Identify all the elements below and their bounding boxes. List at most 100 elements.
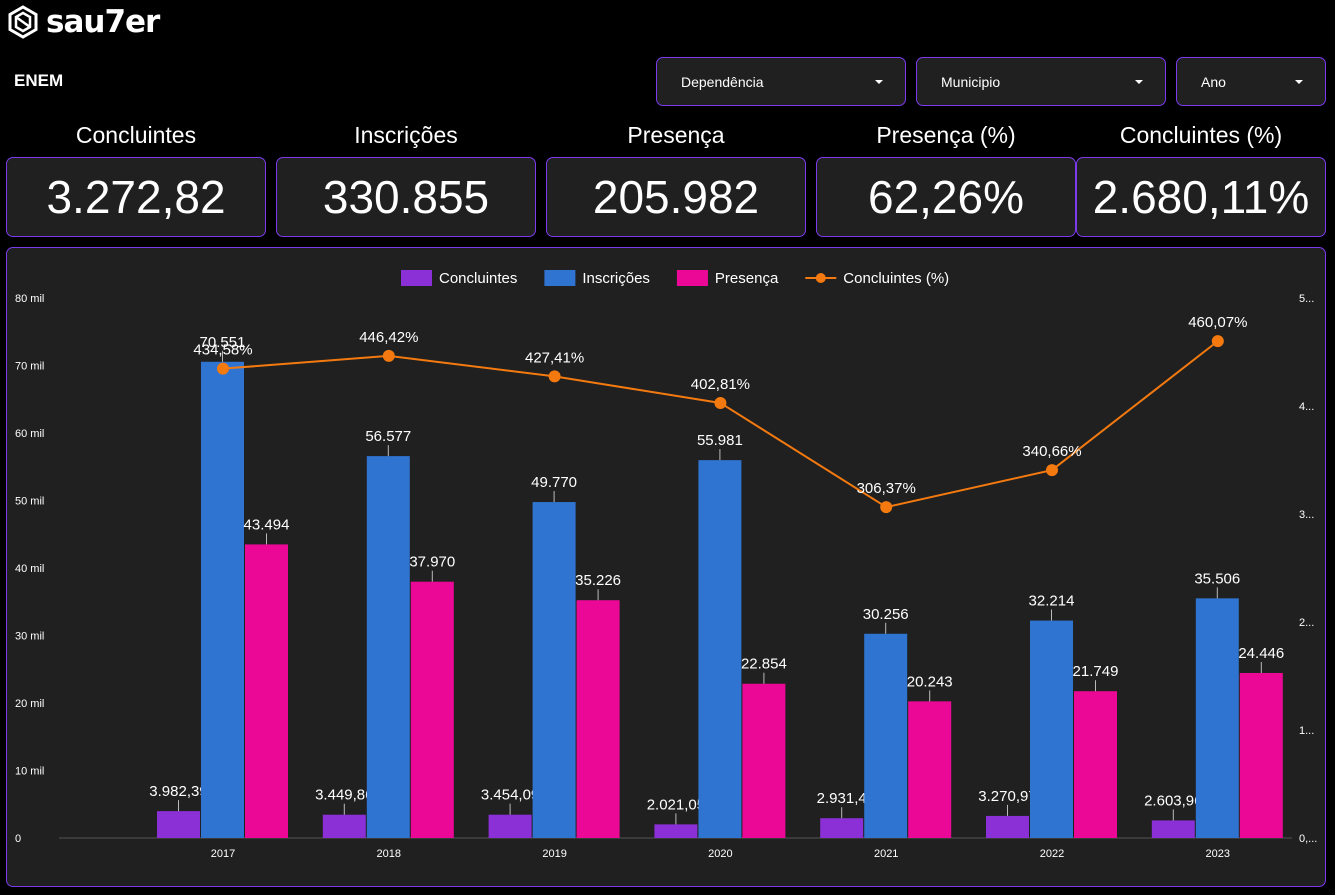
brand-logo: sau7er xyxy=(6,4,160,40)
line-data-label: 427,41% xyxy=(525,349,584,366)
bar-data-label: 2.603,96 xyxy=(1144,792,1202,809)
legend-label-concluintes: Concluintes (%) xyxy=(843,270,949,287)
legend-swatch-concluintes xyxy=(401,270,432,286)
bar-concluintes[interactable] xyxy=(654,824,698,838)
x-tick-label: 2019 xyxy=(542,848,566,860)
kpi-value-concluintes: 3.272,82 xyxy=(6,157,266,237)
bar-data-label: 24.446 xyxy=(1238,645,1284,662)
bar-presenca[interactable] xyxy=(410,581,454,838)
y-right-tick-label: 1... xyxy=(1299,725,1314,737)
x-tick-label: 2020 xyxy=(708,848,732,860)
filter-dependencia[interactable]: Dependência xyxy=(656,57,906,106)
y-left-tick-label: 40 mil xyxy=(15,563,44,575)
kpi-label-presenca: Presença xyxy=(627,122,725,148)
bar-inscricoes[interactable] xyxy=(366,456,410,838)
kpi-value-concluintes-pct: 2.680,11% xyxy=(1076,157,1326,237)
y-left-tick-label: 30 mil xyxy=(15,631,44,643)
bar-inscricoes[interactable] xyxy=(864,633,908,838)
combo-chart: 0 10 mil 20 mil 30 mil 40 mil 50 mil 60 mil 70 … xyxy=(15,270,1317,860)
x-tick-label: 2018 xyxy=(377,848,401,860)
kpi-label-concluintes-pct: Concluintes (%) xyxy=(1119,122,1283,148)
kpi-value-presenca-pct: 62,26% xyxy=(816,157,1076,237)
logo-text: sau7er xyxy=(46,4,160,40)
line-data-label: 402,81% xyxy=(691,376,750,393)
filter-label: Dependência xyxy=(681,73,764,90)
bar-data-label: 20.243 xyxy=(907,673,953,690)
bar-inscricoes[interactable] xyxy=(1195,598,1239,838)
bar-concluintes[interactable] xyxy=(488,814,532,838)
bar-presenca[interactable] xyxy=(742,683,786,838)
bar-data-label: 30.256 xyxy=(863,606,909,623)
x-tick-label: 2021 xyxy=(874,848,898,860)
y-right-tick-label: 4... xyxy=(1299,401,1314,413)
kpi-label-concluintes: Concluintes xyxy=(75,122,197,148)
y-left-tick-label: 70 mil xyxy=(15,361,44,373)
y-right-tick-label: 5... xyxy=(1299,293,1314,305)
bar-data-label: 35.226 xyxy=(575,572,621,589)
filter-label: Ano xyxy=(1201,73,1226,90)
line-point-concluintes-pct[interactable] xyxy=(382,349,395,362)
bar-inscricoes[interactable] xyxy=(201,361,244,838)
line-data-label: 340,66% xyxy=(1022,443,1081,460)
y-left-tick-label: 50 mil xyxy=(15,496,44,508)
bar-inscricoes[interactable] xyxy=(698,460,742,838)
legend-label-inscricoes: Inscrições xyxy=(582,270,650,287)
line-point-concluintes-pct[interactable] xyxy=(548,370,561,383)
bar-presenca[interactable] xyxy=(576,600,620,838)
filter-ano[interactable]: Ano xyxy=(1176,57,1326,106)
bar-data-label: 49.770 xyxy=(531,474,577,491)
bar-data-label: 22.854 xyxy=(741,656,787,673)
legend-swatch-inscricoes xyxy=(544,270,576,286)
line-point-concluintes-pct[interactable] xyxy=(1211,335,1224,348)
bar-concluintes[interactable] xyxy=(157,811,200,838)
line-data-label: 460,07% xyxy=(1188,314,1247,331)
bar-data-label: 3.982,39 xyxy=(149,783,207,800)
y-left-tick-label: 20 mil xyxy=(15,698,44,710)
caret-down-icon xyxy=(1295,79,1303,84)
y-left-tick-label: 80 mil xyxy=(15,293,44,305)
y-right-tick-label: 2... xyxy=(1299,617,1314,629)
bar-presenca[interactable] xyxy=(1239,672,1283,838)
hexagon-logo-icon xyxy=(8,5,38,39)
bar-data-label: 21.749 xyxy=(1073,663,1119,680)
kpi-label-inscricoes: Inscrições xyxy=(354,122,458,148)
y-right-tick-label: 0,... xyxy=(1299,833,1317,845)
line-point-concluintes-pct[interactable] xyxy=(217,362,229,375)
bar-concluintes[interactable] xyxy=(322,814,366,838)
bar-presenca[interactable] xyxy=(245,544,288,838)
x-tick-label: 2022 xyxy=(1040,848,1064,860)
bar-data-label: 32.214 xyxy=(1029,593,1075,610)
line-point-concluintes-pct[interactable] xyxy=(714,396,727,409)
x-tick-label: 2023 xyxy=(1206,848,1230,860)
bar-data-label: 3.454,09 xyxy=(481,787,539,804)
bar-data-label: 37.970 xyxy=(409,554,455,571)
bar-concluintes[interactable] xyxy=(820,818,864,838)
bar-inscricoes[interactable] xyxy=(532,502,576,838)
line-point-concluintes-pct[interactable] xyxy=(1046,464,1058,477)
legend-swatch-dot xyxy=(815,273,826,283)
bar-presenca[interactable] xyxy=(1074,691,1117,838)
bar-data-label: 2.021,05 xyxy=(647,796,705,813)
y-left-tick-label: 10 mil xyxy=(15,766,44,778)
filter-label: Municipio xyxy=(941,73,1001,90)
bar-data-label: 3.449,86 xyxy=(315,787,373,804)
bar-inscricoes[interactable] xyxy=(1030,620,1073,838)
bar-data-label: 43.494 xyxy=(244,516,290,533)
x-tick-label: 2017 xyxy=(211,848,235,860)
bar-presenca[interactable] xyxy=(908,701,952,838)
caret-down-icon xyxy=(875,79,883,84)
y-left-tick-label: 0 xyxy=(15,833,21,845)
chart-panel: 0 10 mil 20 mil 30 mil 40 mil 50 mil 60 mil 70 … xyxy=(6,247,1326,887)
caret-down-icon xyxy=(1135,79,1143,84)
bar-concluintes[interactable] xyxy=(986,815,1029,838)
page-title: ENEM xyxy=(14,71,64,90)
bar-data-label: 56.577 xyxy=(365,428,411,445)
line-data-label: 306,37% xyxy=(857,480,916,497)
line-point-concluintes-pct[interactable] xyxy=(880,501,893,514)
y-left-tick-label: 60 mil xyxy=(15,428,44,440)
legend-label-concluintes: Concluintes xyxy=(439,270,517,287)
bar-concluintes[interactable] xyxy=(1151,820,1195,838)
kpi-value-inscricoes: 330.855 xyxy=(276,157,536,237)
filter-municipio[interactable]: Municipio xyxy=(916,57,1166,106)
bar-data-label: 3.270,97 xyxy=(978,788,1036,805)
